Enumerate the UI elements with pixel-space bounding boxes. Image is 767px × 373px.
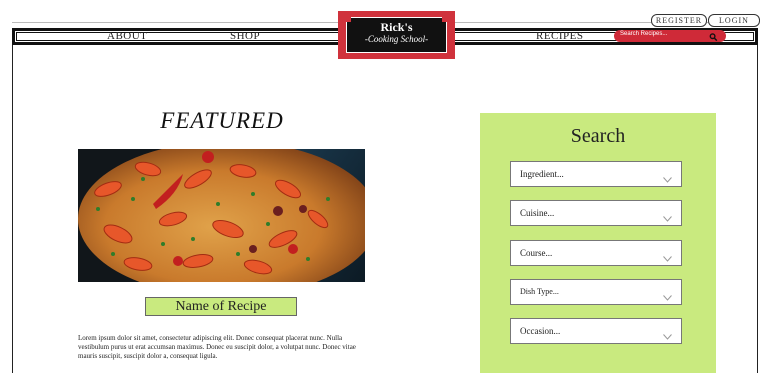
nav-recipes[interactable]: RECIPES — [536, 30, 584, 42]
dropdown-label: Occasion... — [520, 326, 561, 336]
page-frame-right — [757, 45, 758, 373]
course-dropdown[interactable]: Course... — [510, 240, 682, 266]
recipe-name-label[interactable]: Name of Recipe — [145, 297, 297, 316]
page-frame-left — [12, 45, 13, 373]
cuisine-dropdown[interactable]: Cuisine... — [510, 200, 682, 226]
ingredient-dropdown[interactable]: Ingredient... — [510, 161, 682, 187]
chevron-down-icon — [663, 209, 672, 227]
nav-about[interactable]: ABOUT — [107, 30, 147, 42]
occasion-dropdown[interactable]: Occasion... — [510, 318, 682, 344]
recipe-search-panel: Search Ingredient... Cuisine... Course..… — [480, 113, 716, 373]
dropdown-label: Ingredient... — [520, 169, 564, 179]
dropdown-label: Dish Type... — [520, 287, 559, 296]
featured-recipe-image[interactable] — [78, 149, 365, 282]
dish-type-dropdown[interactable]: Dish Type... — [510, 279, 682, 305]
chevron-down-icon — [663, 288, 672, 306]
recipe-description: Lorem ipsum dolor sit amet, consectetur … — [78, 334, 356, 360]
site-search-placeholder: Search Recipes... — [620, 31, 668, 37]
search-icon[interactable] — [709, 30, 718, 48]
logo-title: Rick's — [380, 20, 413, 34]
chevron-down-icon — [663, 170, 672, 188]
search-panel-title: Search — [570, 125, 626, 147]
logo-plaque: Rick's -Cooking School- — [346, 17, 447, 53]
dropdown-label: Course... — [520, 248, 553, 258]
featured-heading: FEATURED — [160, 108, 284, 133]
site-logo[interactable]: Rick's -Cooking School- — [338, 11, 455, 59]
logo-subtitle: -Cooking School- — [364, 34, 429, 44]
dropdown-label: Cuisine... — [520, 208, 555, 218]
chevron-down-icon — [663, 249, 672, 267]
register-button[interactable]: REGISTER — [651, 14, 707, 27]
login-button[interactable]: LOGIN — [708, 14, 760, 27]
nav-shop[interactable]: SHOP — [230, 30, 260, 42]
site-search-input[interactable]: Search Recipes... — [614, 30, 726, 42]
chevron-down-icon — [663, 327, 672, 345]
